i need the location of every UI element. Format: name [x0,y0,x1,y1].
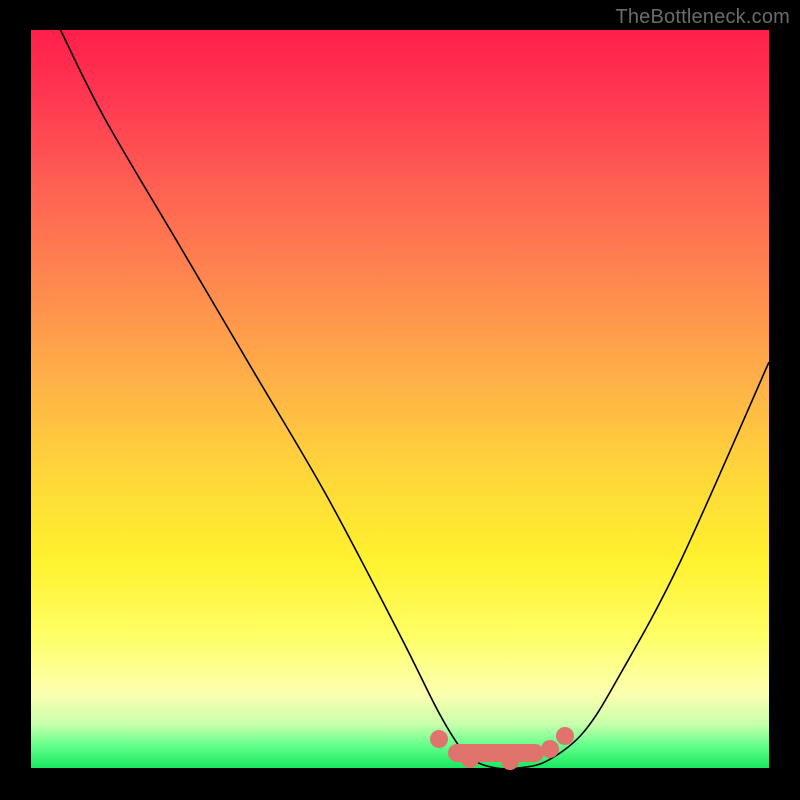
valley-marker [556,727,574,745]
chart-frame: TheBottleneck.com [0,0,800,800]
bottleneck-curve [31,30,769,768]
curve-path [61,30,770,769]
valley-marker [541,740,559,758]
watermark-label: TheBottleneck.com [615,6,790,29]
valley-marker [501,752,519,770]
plot-area [31,30,769,768]
valley-marker [430,730,448,748]
valley-marker [461,750,479,768]
